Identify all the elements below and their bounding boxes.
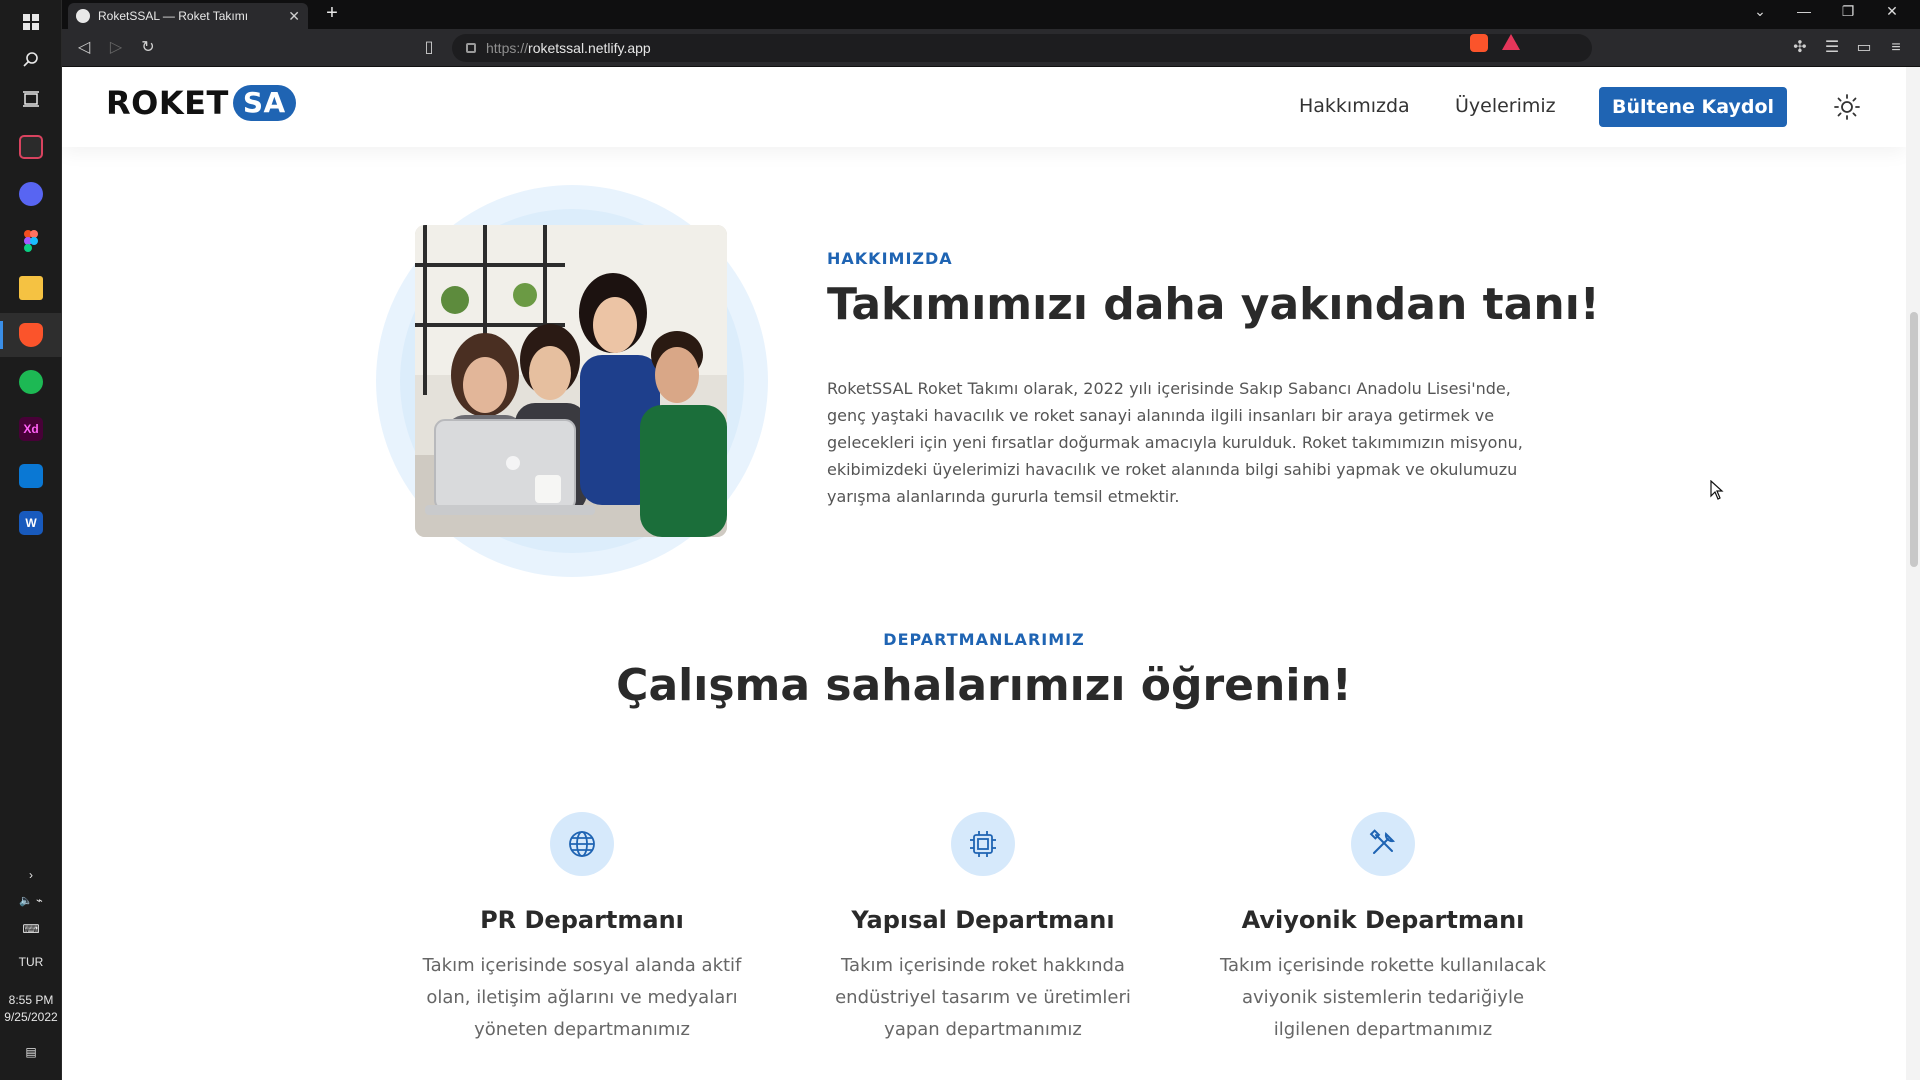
spotify-icon[interactable] <box>0 360 62 404</box>
brave-browser-icon[interactable] <box>0 313 62 357</box>
nav-link-members[interactable]: Üyelerimiz <box>1455 95 1556 117</box>
bookmark-icon[interactable]: ▯ <box>417 36 441 60</box>
browser-tabbar: RoketSSAL — Roket Takımı ✕ + ⌄ — ❐ ✕ <box>62 0 1920 29</box>
site-header: ROKET SA Hakkımızda Üyelerimiz Bültene K… <box>62 67 1906 147</box>
globe-icon <box>550 812 614 876</box>
menu-icon[interactable]: ≡ <box>1884 36 1908 60</box>
windows-taskbar: Xd W › 🔈 ⌁ ⌨ TUR 8:55 PM 9/25/2022 ▤ <box>0 0 62 1080</box>
url-host: roketssal.netlify.app <box>528 40 651 56</box>
terminal-icon[interactable] <box>0 125 62 169</box>
departments-title: Çalışma sahalarımızı öğrenin! <box>616 660 1352 711</box>
minimize-button[interactable]: — <box>1782 3 1826 19</box>
chevron-up-icon[interactable]: › <box>0 868 62 882</box>
department-card-avionics: Aviyonik Departmanı Takım içerisinde rok… <box>1213 812 1553 1046</box>
department-description: Takım içerisinde rokette kullanılacak av… <box>1220 955 1546 1040</box>
restore-button[interactable]: ❐ <box>1826 3 1870 20</box>
site-logo[interactable]: ROKET SA <box>106 84 296 122</box>
keyboard-icon[interactable]: ⌨ <box>0 922 62 936</box>
wallet-icon[interactable]: ▭ <box>1852 36 1876 60</box>
department-title: Yapısal Departmanı <box>851 906 1115 934</box>
department-title: PR Departmanı <box>480 906 684 934</box>
subscribe-button[interactable]: Bültene Kaydol <box>1599 87 1787 127</box>
web-page: ROKET SA Hakkımızda Üyelerimiz Bültene K… <box>62 67 1906 1080</box>
browser-tab[interactable]: RoketSSAL — Roket Takımı ✕ <box>68 3 308 29</box>
tab-list-chevron-icon[interactable]: ⌄ <box>1738 3 1782 20</box>
forward-button[interactable]: ▷ <box>104 36 128 60</box>
department-title: Aviyonik Departmanı <box>1241 906 1525 934</box>
adobe-xd-icon[interactable]: Xd <box>0 407 62 451</box>
page-scrollbar[interactable] <box>1906 67 1920 1080</box>
address-bar[interactable]: https:// roketssal.netlify.app <box>452 34 1592 62</box>
vscode-icon[interactable] <box>0 454 62 498</box>
back-button[interactable]: ◁ <box>72 36 96 60</box>
clock-time[interactable]: 8:55 PM <box>0 993 62 1007</box>
close-window-button[interactable]: ✕ <box>1870 3 1914 20</box>
team-photo <box>415 225 727 537</box>
mouse-cursor-icon <box>1710 479 1724 505</box>
tools-icon <box>1351 812 1415 876</box>
department-description: Takım içerisinde sosyal alanda aktif ola… <box>422 955 742 1040</box>
brave-rewards-icon[interactable] <box>1502 34 1520 50</box>
about-description: RoketSSAL Roket Takımı olarak, 2022 yılı… <box>827 379 1523 506</box>
reload-button[interactable]: ↻ <box>136 36 160 60</box>
about-title: Takımımızı daha yakından tanı! <box>827 279 1600 330</box>
lock-icon <box>466 43 476 53</box>
departments-kicker: DEPARTMANLARIMIZ <box>883 630 1085 649</box>
language-indicator[interactable]: TUR <box>0 955 62 969</box>
browser-toolbar: ◁ ▷ ↻ ▯ https:// roketssal.netlify.app ✣… <box>62 29 1920 67</box>
brave-shields-icon[interactable] <box>1470 34 1488 52</box>
scrollbar-thumb[interactable] <box>1910 312 1918 567</box>
task-view-icon[interactable] <box>0 77 62 121</box>
new-tab-button[interactable]: + <box>320 2 344 25</box>
word-icon[interactable]: W <box>0 501 62 545</box>
tab-title: RoketSSAL — Roket Takımı <box>98 9 249 23</box>
chip-icon <box>951 812 1015 876</box>
sun-icon[interactable] <box>1832 92 1862 122</box>
discord-icon[interactable] <box>0 172 62 216</box>
clock-date[interactable]: 9/25/2022 <box>0 1010 62 1024</box>
search-icon[interactable] <box>0 38 62 82</box>
site-favicon-icon <box>76 9 90 23</box>
nav-link-about[interactable]: Hakkımızda <box>1299 95 1410 117</box>
logo-text: ROKET <box>106 84 229 122</box>
close-tab-icon[interactable]: ✕ <box>288 8 300 25</box>
notification-icon[interactable]: ▤ <box>0 1045 62 1059</box>
about-kicker: HAKKIMIZDA <box>827 249 953 268</box>
logo-badge: SA <box>232 85 296 121</box>
extensions-icon[interactable]: ✣ <box>1788 36 1812 60</box>
url-protocol: https:// <box>486 40 529 56</box>
department-card-pr: PR Departmanı Takım içerisinde sosyal al… <box>412 812 752 1046</box>
playlist-icon[interactable]: ☰ <box>1820 36 1844 60</box>
department-description: Takım içerisinde roket hakkında endüstri… <box>835 955 1131 1040</box>
file-explorer-icon[interactable] <box>0 266 62 310</box>
figma-icon[interactable] <box>0 219 62 263</box>
volume-network-icons[interactable]: 🔈 ⌁ <box>0 894 62 907</box>
department-card-structural: Yapısal Departmanı Takım içerisinde roke… <box>813 812 1153 1046</box>
